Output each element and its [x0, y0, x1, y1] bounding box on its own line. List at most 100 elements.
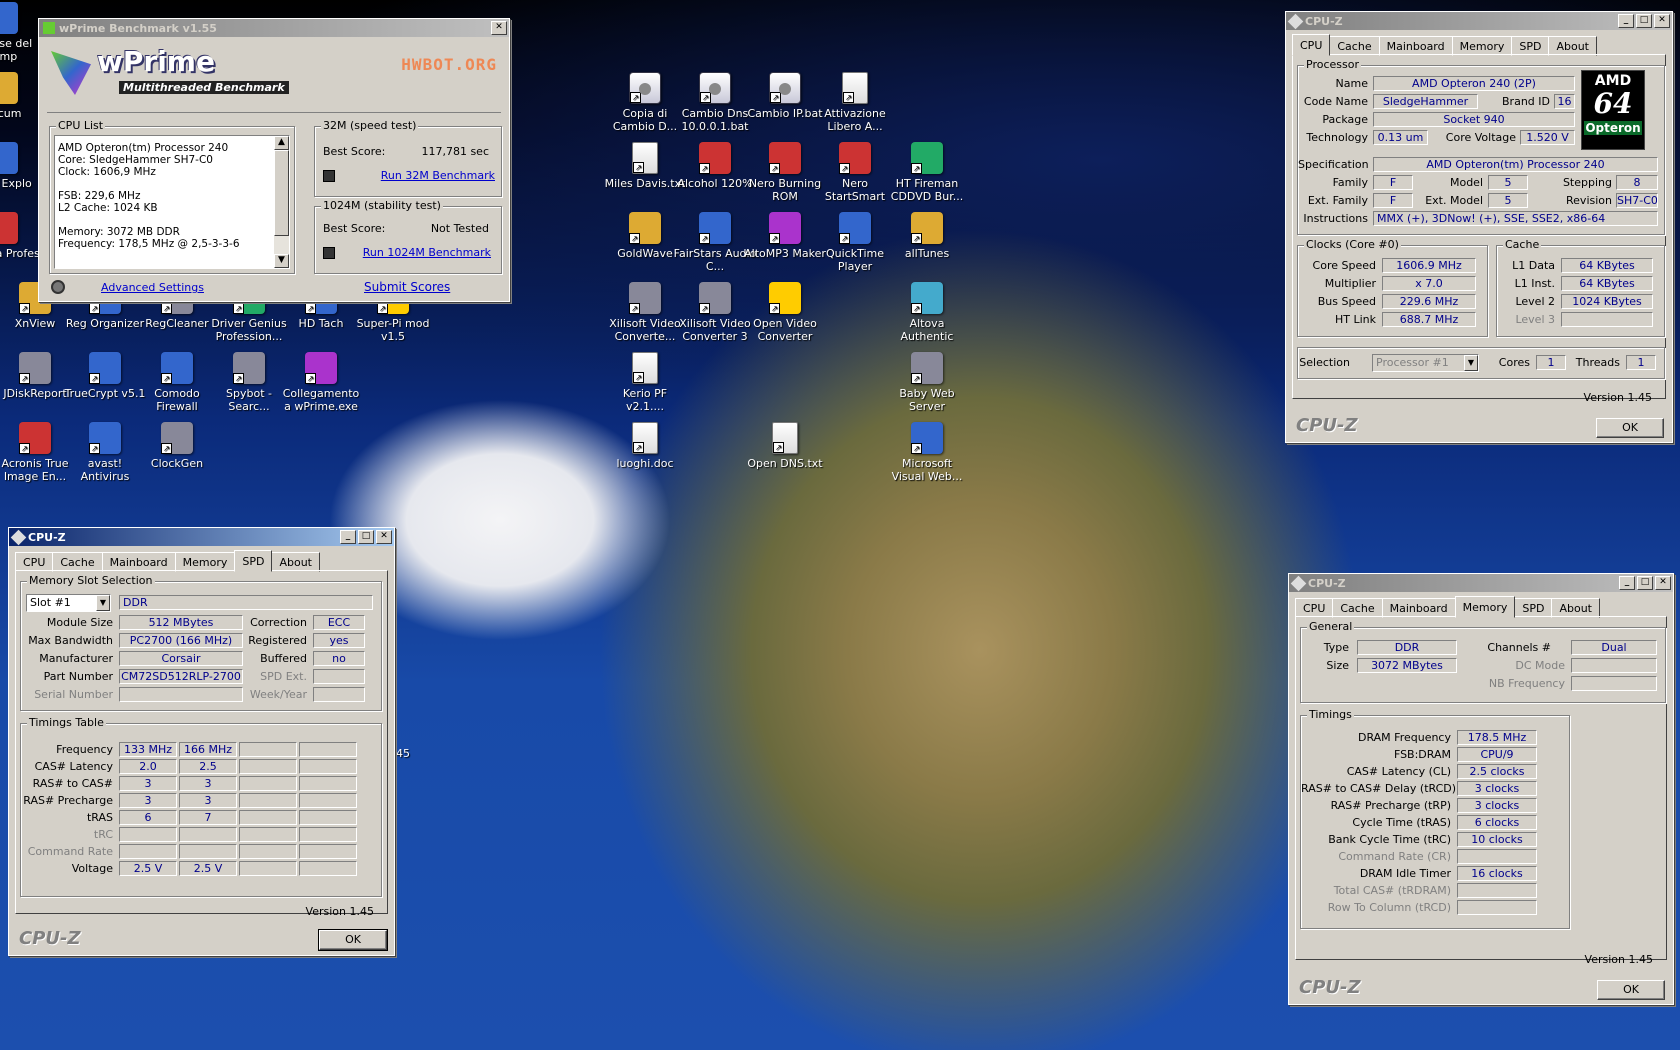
- tab-cpu[interactable]: CPU: [1295, 598, 1334, 618]
- cpuz-titlebar[interactable]: CPU-Z _ □ ✕: [9, 528, 394, 546]
- shortcut-arrow-icon: ↗: [911, 443, 922, 454]
- scroll-down-button[interactable]: ▼: [274, 254, 289, 268]
- tab-mainboard[interactable]: Mainboard: [1381, 598, 1456, 618]
- timing-cell: [239, 861, 297, 876]
- cores-field: 1: [1536, 355, 1566, 370]
- desktop-icon-label: Altova Authentic: [900, 317, 954, 343]
- tab-spd[interactable]: SPD: [1511, 36, 1550, 56]
- timing-row-label: Voltage: [71, 862, 113, 875]
- shortcut-icon: ↗: [0, 142, 18, 174]
- tab-cache[interactable]: Cache: [1332, 598, 1383, 618]
- amd64-logo-text: 64: [1593, 87, 1633, 120]
- part-number-field: CM72SD512RLP-2700: [119, 669, 243, 684]
- cpuz-titlebar[interactable]: CPU-Z _ □ ✕: [1289, 574, 1673, 592]
- ok-button[interactable]: OK: [1597, 980, 1665, 1000]
- hwbot-logo[interactable]: HWBOT.ORG: [401, 55, 497, 74]
- desktop-icon-label: HT Fireman CDDVD Bur...: [890, 177, 964, 203]
- ok-button[interactable]: OK: [1596, 418, 1664, 438]
- desktop-icon[interactable]: ↗ HT Fireman CDDVD Bur...: [885, 142, 969, 203]
- timing-label: Command Rate (CR): [1338, 850, 1451, 863]
- desktop-icon-label: Attivazione Libero A...: [824, 107, 886, 133]
- desktop-icon[interactable]: ↗ allTunes: [885, 212, 969, 260]
- wprime-subtitle: Multithreaded Benchmark: [119, 81, 289, 94]
- tab-memory[interactable]: Memory: [174, 552, 236, 572]
- minimize-button[interactable]: _: [1619, 576, 1635, 590]
- minimize-button[interactable]: _: [340, 530, 356, 544]
- close-button[interactable]: ✕: [376, 530, 392, 544]
- cpuz-titlebar[interactable]: CPU-Z _ □ ✕: [1286, 12, 1672, 30]
- wprime-titlebar[interactable]: wPrime Benchmark v1.55 ✕: [39, 19, 509, 37]
- timing-cell: [119, 827, 177, 842]
- advanced-settings-link[interactable]: Advanced Settings: [101, 281, 204, 294]
- maximize-button[interactable]: □: [358, 530, 374, 544]
- settings-icon[interactable]: [51, 280, 65, 294]
- tab-about[interactable]: About: [1548, 36, 1597, 56]
- desktop-icon[interactable]: ↗ Open Video Converter: [743, 282, 827, 343]
- tab-about[interactable]: About: [1551, 598, 1600, 618]
- minimize-button[interactable]: _: [1618, 14, 1634, 28]
- shortcut-arrow-icon: ↗: [911, 373, 922, 384]
- tab-spd[interactable]: SPD: [234, 550, 273, 572]
- shortcut-arrow-icon: ↗: [699, 233, 710, 244]
- maximize-button[interactable]: □: [1637, 576, 1653, 590]
- timing-cell: 3: [179, 776, 237, 791]
- desktop-icon[interactable]: ↗ ClockGen: [135, 422, 219, 470]
- slot-select[interactable]: Slot #1 ▼: [26, 594, 111, 612]
- run-1024m-link[interactable]: Run 1024M Benchmark: [363, 246, 491, 259]
- tab-memory[interactable]: Memory: [1454, 596, 1516, 618]
- shortcut-arrow-icon: ↗: [629, 233, 640, 244]
- timing-cell: [299, 776, 357, 791]
- version-label: Version 1.45: [1583, 391, 1652, 404]
- tab-cpu[interactable]: CPU: [1292, 34, 1331, 56]
- tab-cpu[interactable]: CPU: [15, 552, 54, 572]
- processor-select[interactable]: Processor #1 ▼: [1372, 354, 1479, 372]
- shortcut-arrow-icon: ↗: [377, 303, 388, 314]
- scroll-thumb[interactable]: [274, 150, 289, 236]
- desktop-icon[interactable]: ↗ Kerio PF v2.1....: [603, 352, 687, 413]
- spd-panel: Memory Slot Selection Slot #1 ▼ DDR Modul…: [15, 570, 388, 914]
- shortcut-icon: ↗: [89, 352, 121, 384]
- maximize-button[interactable]: □: [1636, 14, 1652, 28]
- run-32m-link[interactable]: Run 32M Benchmark: [381, 169, 495, 182]
- shortcut-icon: ↗: [0, 72, 18, 104]
- tab-about[interactable]: About: [271, 552, 320, 572]
- timing-value: [1457, 900, 1537, 915]
- cpuz-spd-window: CPU-Z _ □ ✕ CPU Cache Mainboard Memory SPD Abou…: [8, 527, 395, 956]
- shortcut-icon: ↗: [632, 142, 658, 174]
- ok-button[interactable]: OK: [318, 929, 388, 951]
- desktop-icon[interactable]: ↗ Collegamento a wPrime.exe: [279, 352, 363, 413]
- desktop-icon[interactable]: ↗ Baby Web Server: [885, 352, 969, 413]
- tab-mainboard[interactable]: Mainboard: [1378, 36, 1453, 56]
- tab-spd[interactable]: SPD: [1514, 598, 1553, 618]
- scroll-up-button[interactable]: ▲: [274, 136, 289, 150]
- shortcut-arrow-icon: ↗: [233, 373, 244, 384]
- shortcut-arrow-icon: ↗: [839, 163, 850, 174]
- timing-label: FSB:DRAM: [1393, 748, 1451, 761]
- registered-label: Registered: [248, 634, 307, 647]
- tab-cache[interactable]: Cache: [52, 552, 103, 572]
- cpu-list-line: Clock: 1606,9 MHz: [58, 166, 156, 178]
- tab-cache[interactable]: Cache: [1329, 36, 1380, 56]
- best-score-32m: 117,781 sec: [421, 145, 489, 158]
- cpu-list-box[interactable]: AMD Opteron(tm) Processor 240 Core: Sledg…: [54, 135, 290, 269]
- manufacturer-label: Manufacturer: [39, 652, 113, 665]
- shortcut-arrow-icon: ↗: [629, 303, 640, 314]
- tab-mainboard[interactable]: Mainboard: [101, 552, 176, 572]
- desktop-icon[interactable]: ↗ luoghi.doc: [603, 422, 687, 470]
- shortcut-icon: ↗: [305, 352, 337, 384]
- close-button[interactable]: ✕: [1654, 14, 1670, 28]
- desktop-icon[interactable]: ↗ Open DNS.txt: [743, 422, 827, 470]
- desktop-icon[interactable]: ↗ Microsoft Visual Web...: [885, 422, 969, 483]
- spd-ext-field: [313, 669, 365, 684]
- close-button[interactable]: ✕: [491, 21, 507, 35]
- tab-memory[interactable]: Memory: [1451, 36, 1513, 56]
- close-button[interactable]: ✕: [1655, 576, 1671, 590]
- desktop-icon[interactable]: ↗ Attivazione Libero A...: [813, 72, 897, 133]
- dc-mode-field: [1571, 658, 1657, 673]
- timing-row-label: CAS# Latency: [34, 760, 113, 773]
- timing-row-label: RAS# Precharge: [23, 794, 113, 807]
- desktop-icon[interactable]: ↗ Altova Authentic: [885, 282, 969, 343]
- submit-scores-link[interactable]: Submit Scores: [364, 280, 450, 294]
- cpu-list-scrollbar[interactable]: ▲ ▼: [274, 136, 289, 268]
- correction-field: ECC: [313, 615, 365, 630]
